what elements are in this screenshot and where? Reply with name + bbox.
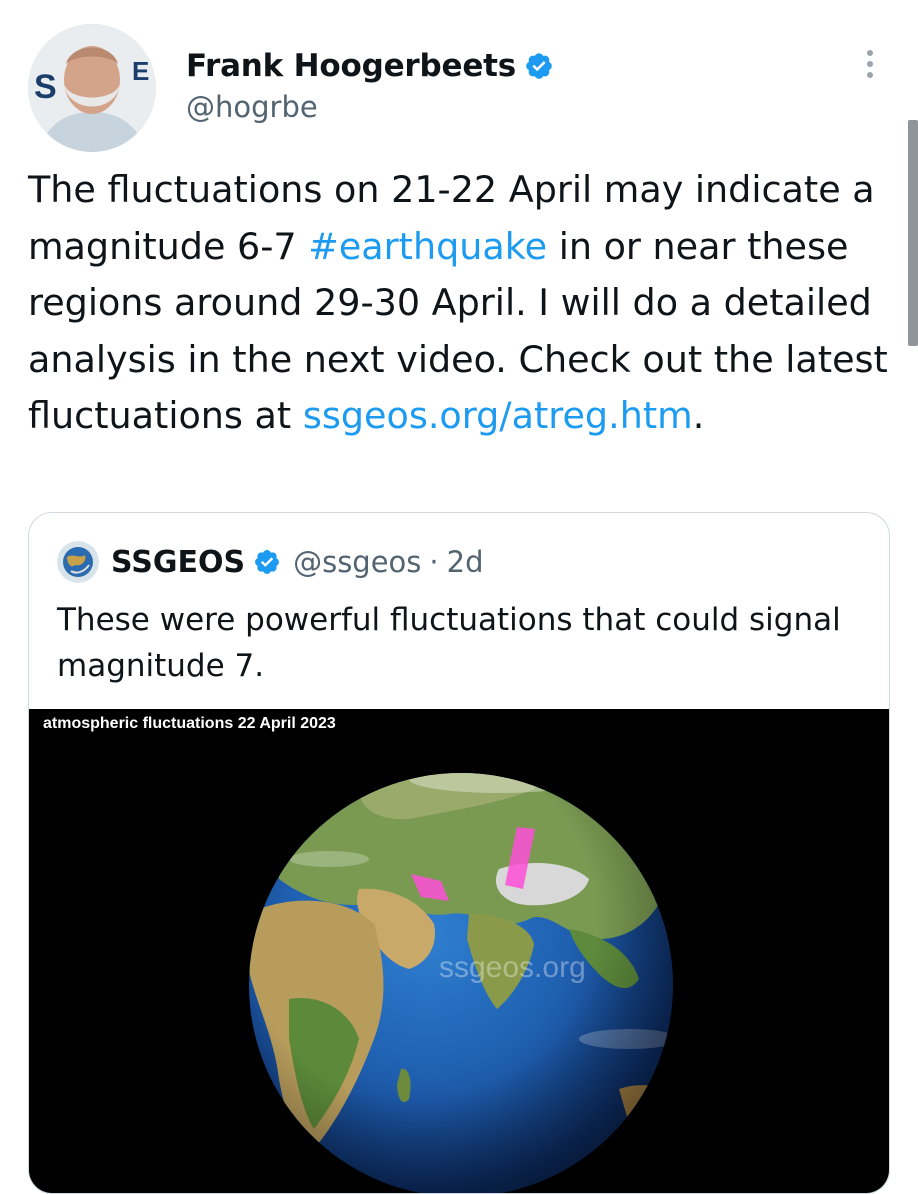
quoted-author-handle[interactable]: @ssgeos	[293, 545, 421, 579]
author-avatar[interactable]: S E	[28, 24, 156, 152]
svg-text:E: E	[132, 56, 149, 86]
earth-globe-image: ssgeos.org	[249, 773, 673, 1193]
quoted-timestamp[interactable]: 2d	[447, 545, 484, 579]
tweet-text-part-3: .	[692, 394, 705, 437]
quoted-media[interactable]: atmospheric fluctuations 22 April 2023 s…	[29, 709, 889, 1193]
quoted-tweet-header: SSGEOS @ssgeos · 2d	[57, 541, 484, 583]
author-handle[interactable]: @hogrbe	[186, 90, 318, 124]
tweet-text: The fluctuations on 21-22 April may indi…	[28, 162, 898, 445]
author-name[interactable]: Frank Hoogerbeets	[186, 48, 516, 84]
more-options-icon[interactable]	[864, 50, 876, 86]
url-link[interactable]: ssgeos.org/atreg.htm	[303, 394, 693, 437]
scrollbar[interactable]	[908, 120, 918, 346]
quoted-tweet[interactable]: SSGEOS @ssgeos · 2d These were powerful …	[28, 512, 890, 1194]
quoted-verified-badge-icon	[255, 550, 280, 574]
watermark-text: ssgeos.org	[439, 951, 586, 984]
tweet-header: S E Frank Hoogerbeets @hogrbe	[28, 24, 908, 154]
hashtag-link[interactable]: #earthquake	[308, 225, 547, 268]
svg-text:S: S	[34, 68, 57, 106]
verified-badge-icon	[526, 53, 552, 79]
separator-dot: ·	[429, 545, 439, 579]
author-name-row: Frank Hoogerbeets	[186, 48, 554, 84]
avatar-image: S E	[28, 24, 156, 152]
quoted-tweet-text: These were powerful fluctuations that co…	[57, 602, 841, 684]
quoted-author-avatar[interactable]	[57, 541, 99, 583]
quoted-author-name[interactable]: SSGEOS	[111, 545, 245, 580]
